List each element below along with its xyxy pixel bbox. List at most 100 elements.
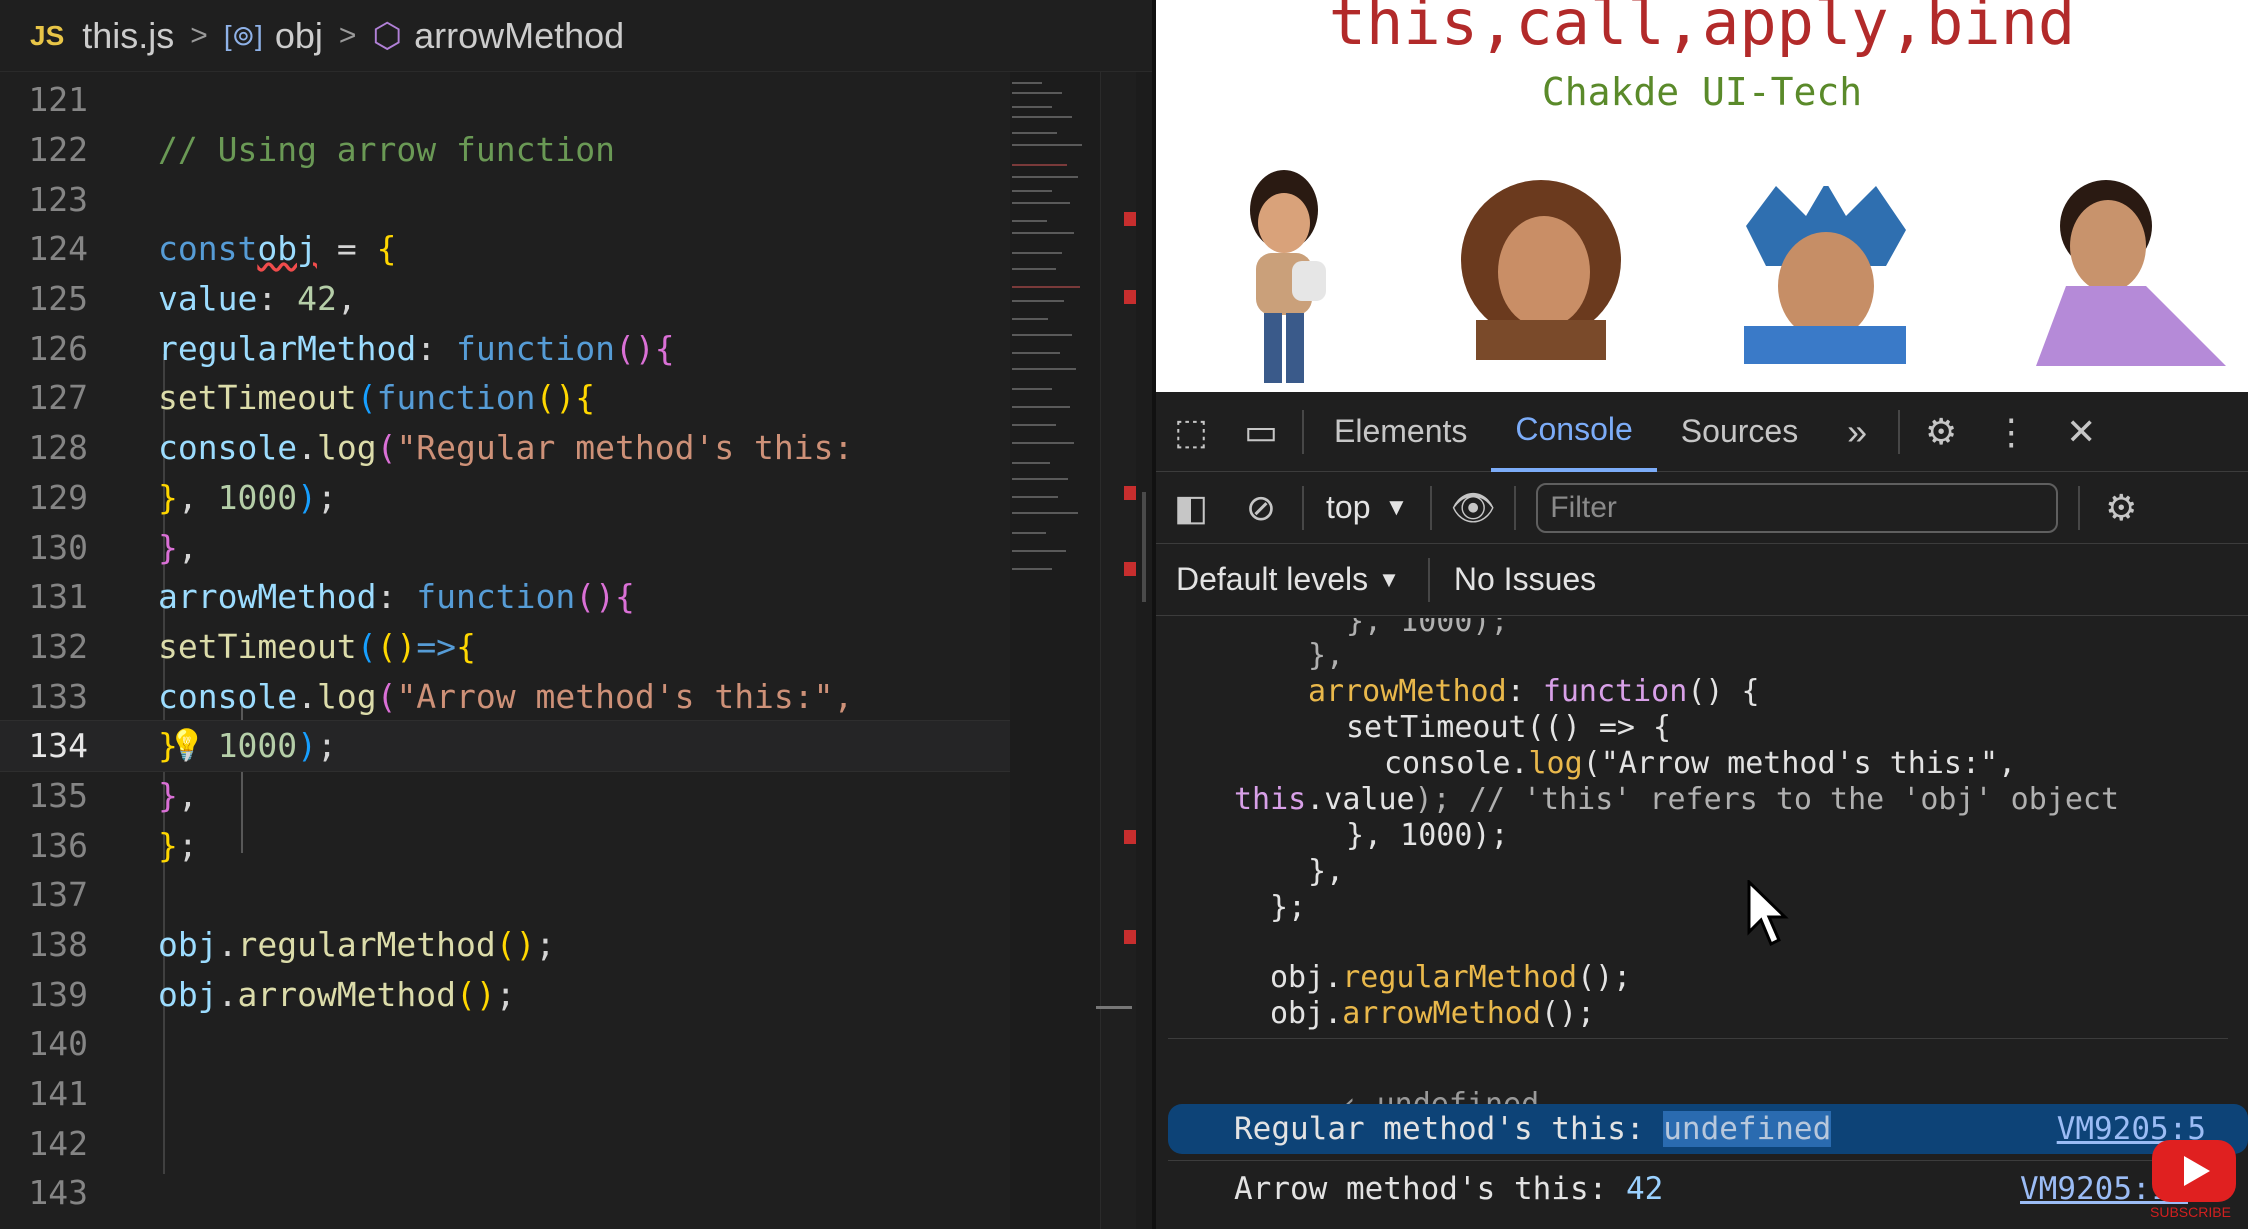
sidebar-toggle-icon[interactable]: ◧ <box>1156 468 1226 548</box>
close-icon[interactable]: ✕ <box>2046 392 2116 472</box>
context-selector[interactable]: top ▼ <box>1310 489 1424 526</box>
code-comment: // Using arrow function <box>158 130 615 170</box>
code-line: 141 <box>0 1069 1010 1119</box>
echo-line: console.log("Arrow method's this:", <box>1384 746 2017 781</box>
context-label: top <box>1326 489 1371 525</box>
breadcrumb: JS this.js > [⊚] obj > ⬡ arrowMethod <box>0 0 1152 72</box>
editor-scrollbar[interactable] <box>1096 72 1152 1229</box>
line-number: 139 <box>28 974 88 1014</box>
chevron-right-icon: > <box>190 18 208 52</box>
line-number: 136 <box>28 825 88 865</box>
console-output[interactable]: }, 1000); }, arrowMethod: function() { s… <box>1156 618 2248 1229</box>
code-line: 125 value: 42, <box>0 274 1010 324</box>
console-toolbar: ◧ ⊘ top ▼ 👁 Filter ⚙ <box>1156 472 2248 544</box>
line-number: 131 <box>28 577 88 617</box>
message-value: undefined <box>1663 1111 1832 1147</box>
levels-dropdown[interactable]: Default levels ▼ <box>1156 561 1400 598</box>
message-value: 42 <box>1625 1171 1664 1207</box>
tab-elements[interactable]: Elements <box>1310 392 1491 472</box>
line-number: 126 <box>28 328 88 368</box>
scrollbar-thumb[interactable] <box>1142 492 1146 602</box>
mouse-pointer-icon <box>1747 880 1789 947</box>
gear-icon[interactable]: ⚙ <box>1906 392 1976 472</box>
kebab-menu-icon[interactable]: ⋮ <box>1976 392 2046 472</box>
tab-sources[interactable]: Sources <box>1657 392 1822 472</box>
variable-icon: [⊚] <box>223 20 263 51</box>
message-text: Arrow method's this: <box>1234 1171 1626 1207</box>
line-number: 143 <box>28 1173 88 1213</box>
message-text: Regular method's this: <box>1234 1111 1664 1147</box>
subscribe-label: SUBSCRIBE <box>2150 1204 2231 1220</box>
echo-line: setTimeout(() => { <box>1346 710 1672 745</box>
echo-line: obj.arrowMethod(); <box>1270 996 1596 1031</box>
more-tabs-icon[interactable]: » <box>1822 392 1892 472</box>
code-line: 131 arrowMethod: function() { <box>0 572 1010 622</box>
caricature-image <box>2026 176 2226 366</box>
code-line: 127 setTimeout(function() { <box>0 373 1010 423</box>
course-banner: this,call,apply,bind Chakde UI-Tech <box>1156 0 2248 392</box>
breadcrumb-file[interactable]: this.js <box>82 15 174 57</box>
code-line: 135 }, <box>0 771 1010 821</box>
console-message[interactable]: Arrow method's this: 42 VM9205:10 <box>1168 1164 2248 1214</box>
code-line: 128 console. log("Regular method's this: <box>0 423 1010 473</box>
code-line: 130 }, <box>0 522 1010 572</box>
caricature-image <box>1736 186 1914 364</box>
code-line: 122 // Using arrow function <box>0 125 1010 175</box>
code-area[interactable]: 121 122 // Using arrow function 123 124 … <box>0 75 1011 1229</box>
code-editor[interactable]: JS this.js > [⊚] obj > ⬡ arrowMethod 121… <box>0 0 1152 1229</box>
line-number: 128 <box>28 428 88 468</box>
youtube-subscribe-icon[interactable] <box>2152 1140 2236 1202</box>
scroll-indicator <box>1096 1006 1132 1009</box>
line-number: 134 <box>28 726 88 766</box>
line-number: 121 <box>28 80 88 120</box>
minimap[interactable] <box>1010 72 1100 1229</box>
banner-subtitle: Chakde UI-Tech <box>1541 70 1863 114</box>
javascript-file-icon: JS <box>30 19 65 51</box>
devtools-tabbar: ⬚ ▭ Elements Console Sources » ⚙ ⋮ ✕ <box>1156 392 2248 472</box>
code-line: 138 obj. regularMethod(); <box>0 920 1010 970</box>
breadcrumb-obj[interactable]: obj <box>275 15 323 57</box>
echo-line: }, <box>1308 854 1345 889</box>
code-line: 133 console. log("Arrow method's this:", <box>0 671 1010 721</box>
filter-placeholder: Filter <box>1550 490 1617 524</box>
code-line: 137 <box>0 870 1010 920</box>
code-line: 140 <box>0 1019 1010 1069</box>
levels-label: Default levels <box>1176 561 1369 597</box>
line-number: 138 <box>28 925 88 965</box>
line-number: 127 <box>28 378 88 418</box>
line-number: 133 <box>28 676 88 716</box>
console-settings-icon[interactable]: ⚙ <box>2086 468 2156 548</box>
method-cube-icon: ⬡ <box>372 16 403 55</box>
device-toolbar-icon[interactable]: ▭ <box>1226 392 1296 472</box>
code-line: 123 <box>0 174 1010 224</box>
echo-line: }; <box>1270 890 1307 925</box>
code-line: 132 setTimeout(() => { <box>0 622 1010 672</box>
code-line: 142 <box>0 1118 1010 1168</box>
line-number: 141 <box>28 1074 88 1114</box>
caricature-image <box>1456 180 1626 360</box>
inspect-element-icon[interactable]: ⬚ <box>1156 392 1226 472</box>
echo-line: }, <box>1308 638 1345 673</box>
tab-console[interactable]: Console <box>1491 392 1657 472</box>
clear-console-icon[interactable]: ⊘ <box>1226 468 1296 548</box>
console-levels-bar: Default levels ▼ No Issues <box>1156 544 2248 616</box>
breadcrumb-method[interactable]: arrowMethod <box>414 15 624 57</box>
dropdown-arrow-icon: ▼ <box>1378 566 1400 592</box>
code-line: 121 <box>0 75 1010 125</box>
line-number: 129 <box>28 477 88 517</box>
console-message[interactable]: Regular method's this: undefined VM9205:… <box>1168 1104 2248 1154</box>
code-line: 143 <box>0 1168 1010 1218</box>
code-line-current: 134 💡 }, 1000); <box>0 719 1011 772</box>
line-number: 137 <box>28 875 88 915</box>
line-number: 140 <box>28 1024 88 1064</box>
echo-line: this.value); // 'this' refers to the 'ob… <box>1234 782 2120 817</box>
line-number: 124 <box>28 229 88 269</box>
issues-label[interactable]: No Issues <box>1454 561 1596 598</box>
code-line: 139 obj. arrowMethod(); <box>0 969 1010 1019</box>
code-line: 136 }; <box>0 820 1010 870</box>
chevron-right-icon: > <box>338 18 357 52</box>
echo-line: }, 1000); <box>1346 818 1509 853</box>
filter-input[interactable]: Filter <box>1536 482 2059 533</box>
line-number: 123 <box>28 179 88 219</box>
eye-icon[interactable]: 👁 <box>1438 468 1508 548</box>
